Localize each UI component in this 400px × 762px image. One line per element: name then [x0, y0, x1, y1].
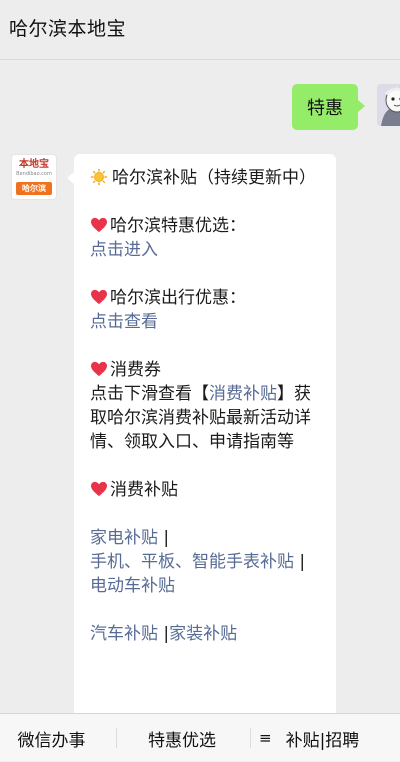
heart-icon	[91, 217, 107, 233]
car-subsidy-link[interactable]: 汽车补贴	[90, 624, 158, 644]
menu-wechat-services[interactable]: 微信办事	[0, 714, 103, 762]
sun-icon	[90, 168, 108, 186]
section-vouchers-title: 消费券	[110, 360, 161, 380]
user-avatar[interactable]	[377, 84, 400, 126]
heart-icon	[91, 289, 107, 305]
sent-message-bubble: 特惠	[292, 84, 365, 130]
section-special-offers: 哈尔滨特惠优选：	[90, 214, 322, 238]
menu-special-offers[interactable]: 特惠优选	[124, 714, 240, 762]
user-avatar-image	[377, 84, 400, 126]
official-account-avatar[interactable]: 本地宝 Bendibao.com 哈尔滨	[11, 154, 57, 200]
chat-header: 哈尔滨本地宝	[0, 0, 400, 60]
chat-title: 哈尔滨本地宝	[9, 18, 127, 40]
section-travel-offers: 哈尔滨出行优惠：	[90, 286, 322, 310]
section-consumer-subsidy: 消费补贴	[90, 478, 322, 502]
travel-offers-link[interactable]: 点击查看	[90, 312, 158, 332]
menu-icon: ≡	[259, 729, 272, 747]
heart-icon	[91, 481, 107, 497]
separator: |	[163, 528, 170, 548]
menu-subsidy-jobs-label: 补贴|招聘	[285, 730, 360, 751]
menu-special-offers-label: 特惠优选	[148, 730, 216, 751]
subsidy-links-group-1: 家电补贴 | 手机、平板、智能手表补贴 | 电动车补贴	[90, 526, 322, 598]
avatar-logo: 本地宝 Bendibao.com	[12, 155, 56, 181]
section-travel-offers-title: 哈尔滨出行优惠：	[110, 288, 246, 308]
avatar-city-tag: 哈尔滨	[16, 182, 52, 195]
vouchers-text-before: 点击下滑查看【	[90, 384, 209, 404]
avatar-logo-text: 本地宝	[19, 159, 49, 170]
menu-divider	[250, 728, 251, 748]
phone-tablet-watch-subsidy-link[interactable]: 手机、平板、智能手表补贴	[90, 552, 294, 572]
menu-subsidy-jobs[interactable]: ≡ 补贴|招聘	[253, 714, 400, 762]
menu-wechat-services-label: 微信办事	[17, 730, 86, 751]
reply-intro: 哈尔滨补贴（持续更新中）	[90, 166, 322, 190]
sent-message-text: 特惠	[307, 98, 343, 119]
home-decor-subsidy-link[interactable]: 家装补贴	[169, 624, 237, 644]
vouchers-description: 点击下滑查看【消费补贴】获取哈尔滨消费补贴最新活动详情、领取入口、申请指南等	[90, 382, 322, 454]
menu-divider	[116, 728, 117, 748]
section-consumer-subsidy-title: 消费补贴	[110, 480, 178, 500]
appliance-subsidy-link[interactable]: 家电补贴	[90, 528, 158, 548]
subsidy-links-group-2: 汽车补贴 |家装补贴	[90, 622, 322, 646]
reply-message-bubble: 哈尔滨补贴（持续更新中） 哈尔滨特惠优选： 点击进入 哈尔滨出行优惠： 点击查看…	[67, 154, 336, 734]
section-special-offers-title: 哈尔滨特惠优选：	[110, 216, 246, 236]
avatar-logo-sub: Bendibao.com	[16, 171, 52, 177]
heart-icon	[91, 361, 107, 377]
special-offers-link[interactable]: 点击进入	[90, 240, 158, 260]
consumer-subsidy-link[interactable]: 消费补贴	[209, 384, 277, 404]
ebike-subsidy-link[interactable]: 电动车补贴	[90, 576, 175, 596]
reply-intro-text: 哈尔滨补贴（持续更新中）	[112, 168, 316, 188]
bottom-menu-bar: 微信办事 特惠优选 ≡ 补贴|招聘	[0, 713, 400, 761]
section-vouchers: 消费券	[90, 358, 322, 382]
separator: |	[299, 552, 306, 572]
